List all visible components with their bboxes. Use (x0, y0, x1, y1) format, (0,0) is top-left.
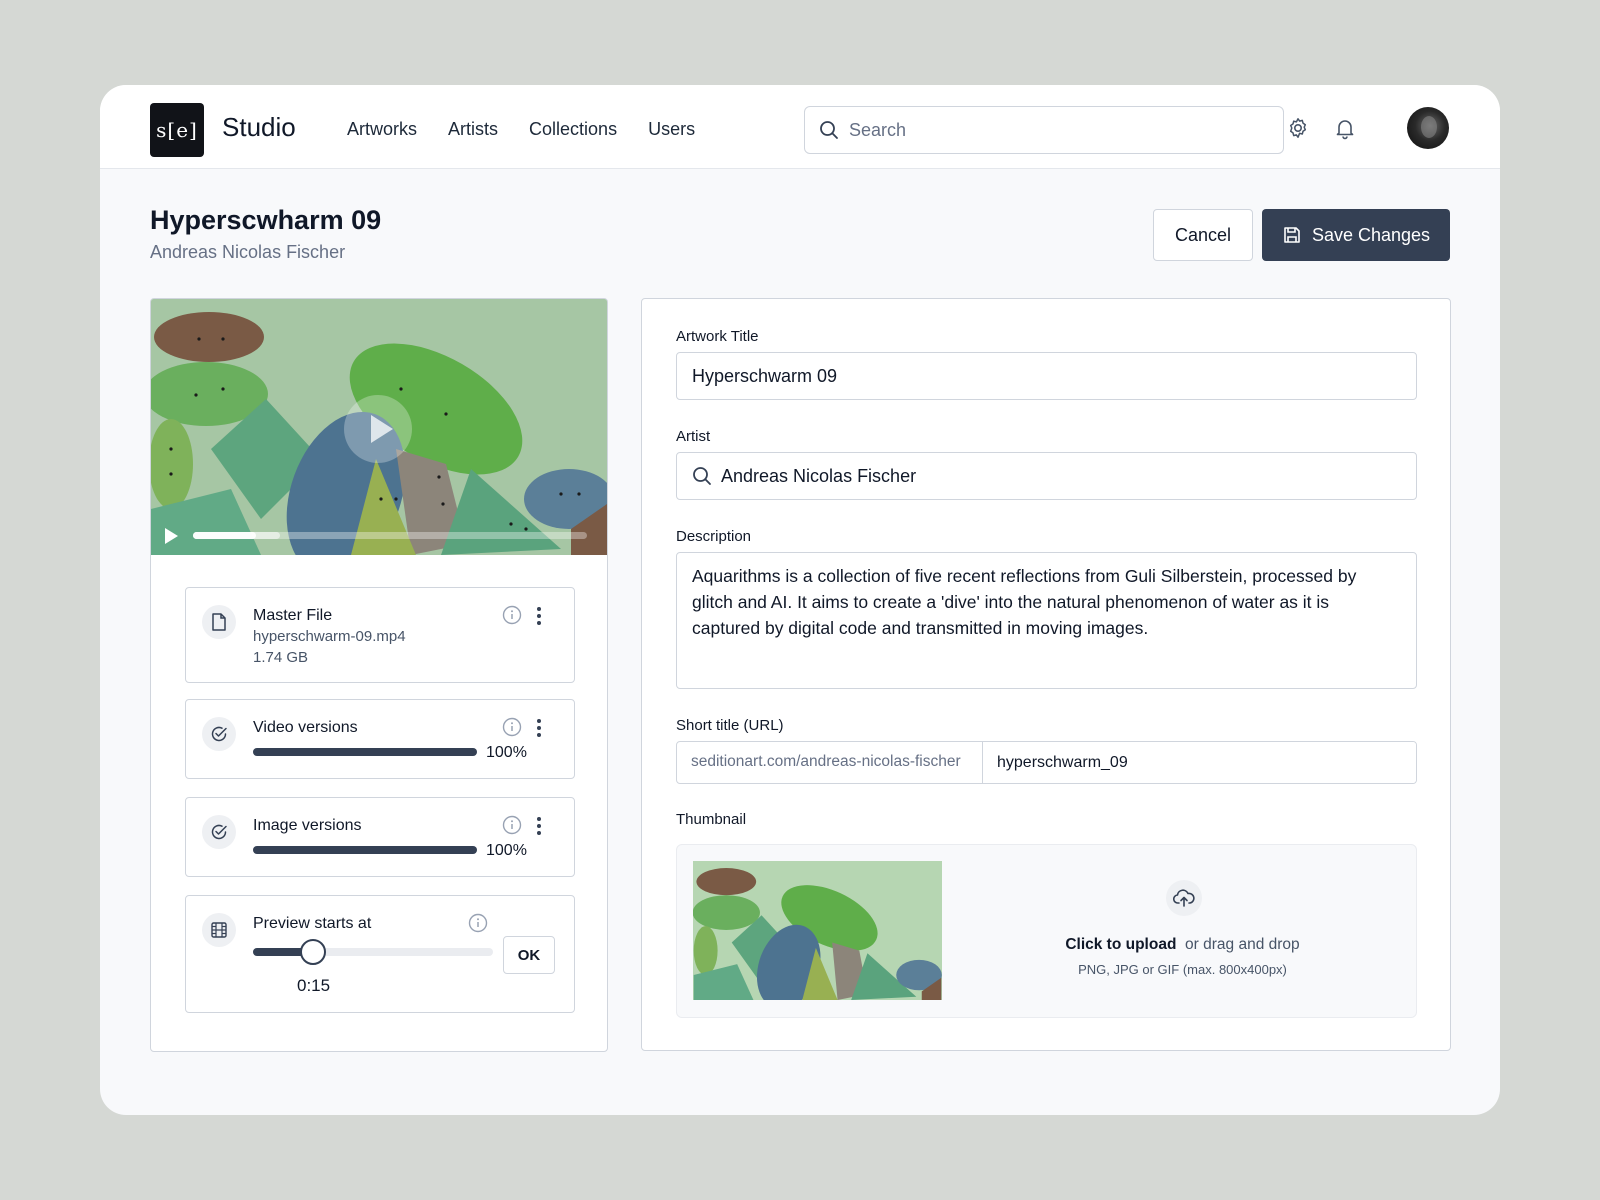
play-icon[interactable] (165, 528, 178, 544)
upload-area[interactable]: Click to upload or drag and drop PNG, JP… (947, 845, 1418, 1019)
preview-start-slider[interactable] (253, 939, 493, 965)
artist-field (676, 452, 1417, 500)
gear-icon[interactable] (1286, 116, 1310, 140)
info-icon[interactable] (502, 605, 522, 625)
thumbnail-preview (693, 861, 942, 1000)
main-nav: Artworks Artists Collections Users (347, 119, 695, 140)
details-form: Artwork Title Artist Description Aquarit… (641, 298, 1451, 1051)
video-player[interactable] (151, 299, 607, 555)
description-label: Description (676, 528, 752, 545)
nav-collections[interactable]: Collections (529, 119, 617, 140)
thumbnail-dropzone: Click to upload or drag and drop PNG, JP… (676, 844, 1417, 1018)
top-bar: s[e] Studio Artworks Artists Collections… (100, 85, 1500, 169)
page-title: Hyperscwharm 09 (150, 205, 382, 235)
image-versions-card: Image versions 100% (185, 797, 575, 877)
artwork-title-input[interactable] (676, 352, 1417, 400)
play-overlay-button[interactable] (344, 395, 412, 463)
ok-button[interactable]: OK (503, 936, 555, 974)
nav-users[interactable]: Users (648, 119, 695, 140)
thumbnail-label: Thumbnail (676, 811, 747, 828)
video-versions-title: Video versions (253, 719, 358, 736)
search-icon (820, 121, 838, 139)
upload-hint: PNG, JPG or GIF (max. 800x400px) (1078, 962, 1287, 977)
description-textarea[interactable]: Aquarithms is a collection of five recen… (676, 552, 1417, 689)
film-icon (202, 913, 236, 947)
short-title-label: Short title (URL) (676, 717, 784, 734)
search-input[interactable] (849, 117, 1269, 143)
nav-artists[interactable]: Artists (448, 119, 498, 140)
url-prefix: seditionart.com/andreas-nicolas-fischer (677, 742, 983, 783)
info-icon[interactable] (502, 717, 522, 737)
studio-window: s[e] Studio Artworks Artists Collections… (100, 85, 1500, 1115)
video-versions-card: Video versions 100% (185, 699, 575, 779)
nav-artworks[interactable]: Artworks (347, 119, 417, 140)
file-icon (202, 605, 236, 639)
video-versions-progress (253, 748, 477, 756)
preview-slider-handle[interactable] (300, 939, 326, 965)
check-circle-icon (202, 815, 236, 849)
app-name: Studio (222, 112, 296, 142)
more-menu-icon[interactable] (533, 605, 545, 625)
video-versions-fill (253, 748, 477, 756)
avatar[interactable] (1407, 107, 1449, 149)
check-circle-icon (202, 717, 236, 751)
upload-cloud-icon (1166, 880, 1202, 916)
preview-start-card: Preview starts at 0:15 OK (185, 895, 575, 1013)
master-file-card: Master File hyperschwarm-09.mp4 1.74 GB (185, 587, 575, 683)
image-versions-fill (253, 846, 477, 854)
info-icon[interactable] (468, 913, 488, 933)
preview-start-title: Preview starts at (253, 915, 372, 932)
artist-label: Artist (676, 428, 711, 445)
master-file-size: 1.74 GB (253, 649, 309, 666)
video-progress (193, 532, 257, 539)
search-icon (693, 467, 711, 485)
video-scrubber[interactable] (193, 532, 587, 539)
page-subtitle: Andreas Nicolas Fischer (150, 242, 346, 262)
preview-start-value: 0:15 (297, 976, 331, 995)
logo[interactable]: s[e] (150, 103, 204, 157)
image-versions-progress (253, 846, 477, 854)
save-changes-label: Save Changes (1311, 224, 1431, 245)
image-versions-title: Image versions (253, 817, 362, 834)
short-title-field: seditionart.com/andreas-nicolas-fischer (676, 741, 1417, 784)
artist-input[interactable] (721, 463, 1401, 489)
artwork-title-label: Artwork Title (676, 328, 759, 345)
bell-icon[interactable] (1333, 116, 1357, 140)
more-menu-icon[interactable] (533, 717, 545, 737)
video-versions-percent: 100% (486, 744, 527, 761)
drag-drop-text: or drag and drop (1185, 936, 1300, 953)
cancel-button[interactable]: Cancel (1153, 209, 1253, 261)
image-versions-percent: 100% (486, 842, 527, 859)
media-panel: Master File hyperschwarm-09.mp4 1.74 GB … (150, 298, 608, 1052)
master-file-title: Master File (253, 607, 333, 624)
upload-instruction: Click to upload or drag and drop (947, 936, 1418, 954)
search-box (804, 106, 1284, 154)
master-file-name: hyperschwarm-09.mp4 (253, 628, 406, 645)
click-to-upload-link[interactable]: Click to upload (1065, 936, 1176, 953)
save-changes-button[interactable]: Save Changes (1262, 209, 1450, 261)
more-menu-icon[interactable] (533, 815, 545, 835)
info-icon[interactable] (502, 815, 522, 835)
save-icon (1284, 227, 1300, 243)
short-title-input[interactable] (983, 742, 1416, 783)
